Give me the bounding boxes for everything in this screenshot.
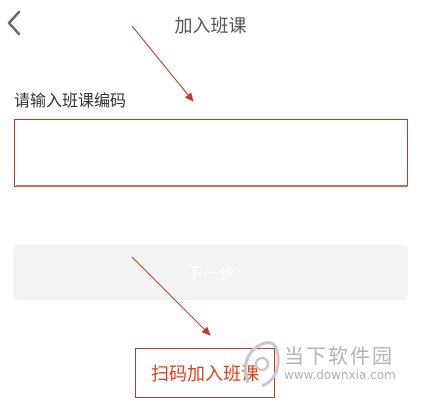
- watermark-name: 当下软件园: [284, 344, 394, 368]
- input-underline: [16, 185, 408, 187]
- page-title: 加入班课: [174, 16, 247, 37]
- next-step-button[interactable]: 下一步: [14, 245, 407, 298]
- annotation-arrows: [131, 25, 211, 336]
- class-code-label: 请输入班课编码: [14, 91, 127, 110]
- class-code-input[interactable]: [14, 119, 408, 187]
- watermark-url: www.downxia.com: [284, 368, 396, 382]
- scan-to-join-button[interactable]: 扫码加入班课: [135, 348, 275, 398]
